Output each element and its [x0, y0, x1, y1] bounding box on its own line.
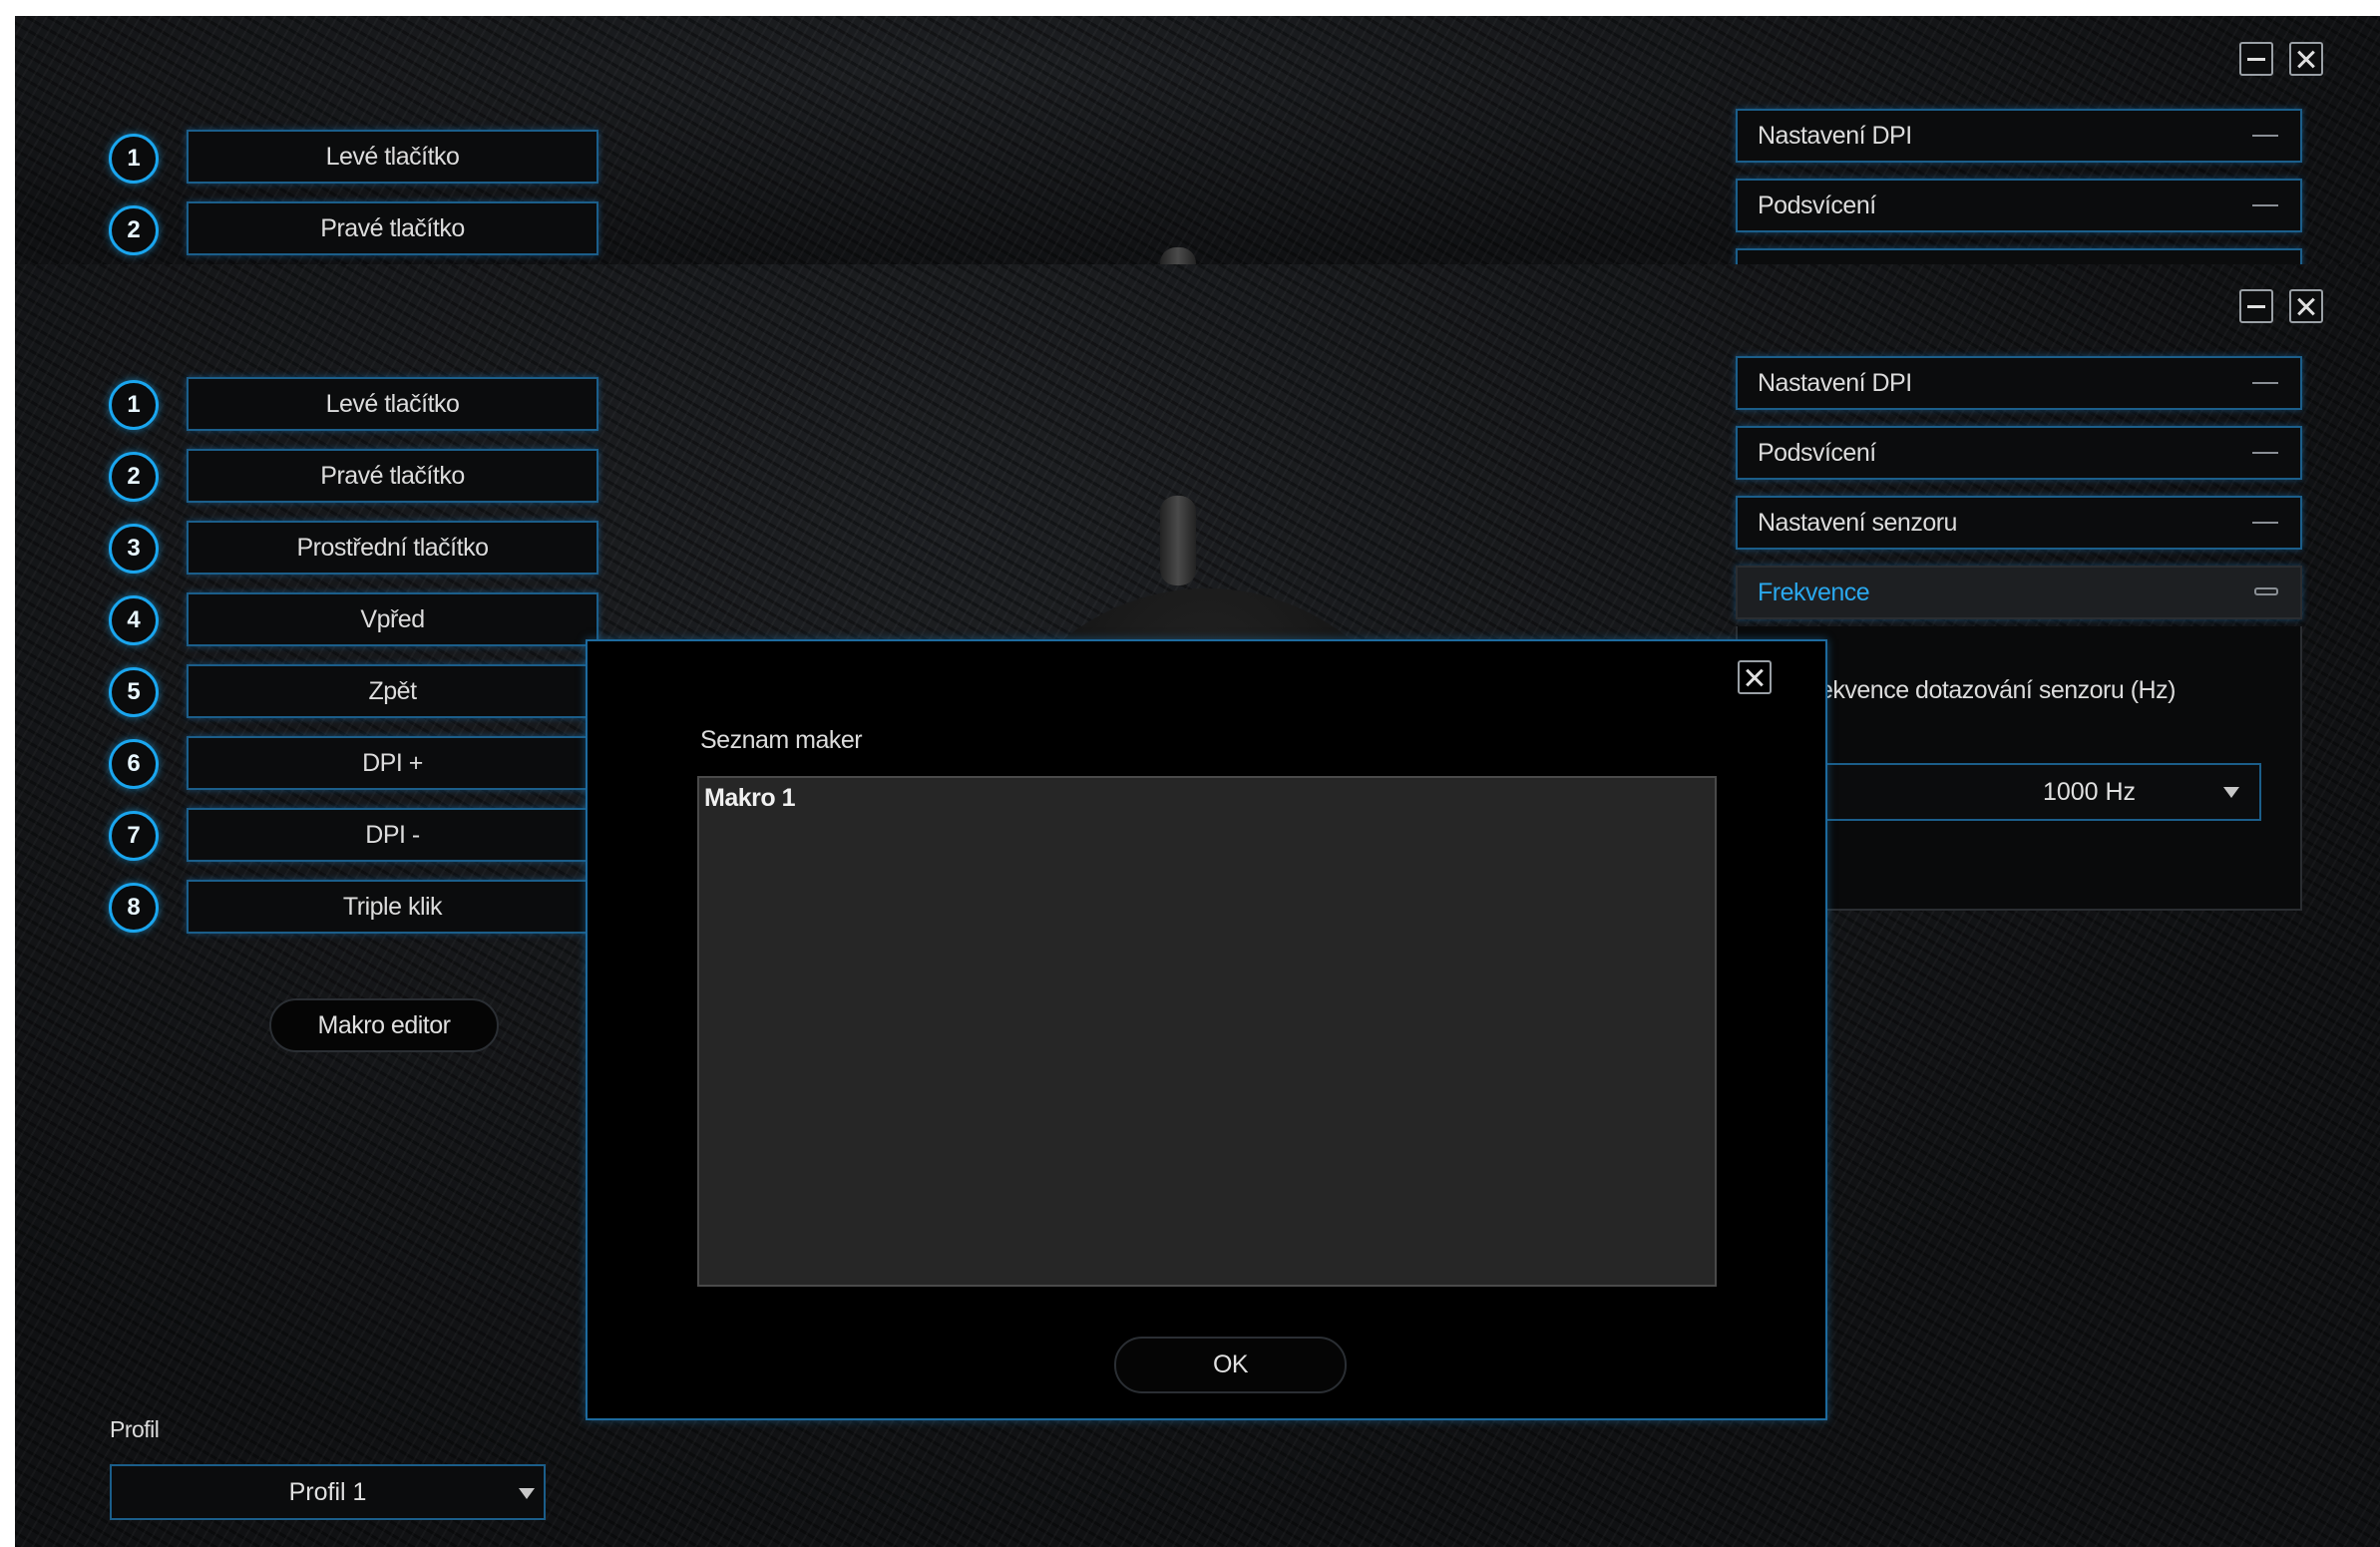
profile-select[interactable]: Profil 1 [110, 1464, 546, 1520]
button-assign-triple-click[interactable]: Triple klik [187, 880, 598, 934]
polling-rate-select[interactable]: 1000 Hz [1758, 763, 2261, 821]
button-number-badge: 8 [109, 883, 159, 933]
accordion-sensor-settings[interactable] [1736, 248, 2302, 265]
mouse-wheel-image [1160, 247, 1196, 265]
button-assign-right[interactable]: Pravé tlačítko [187, 449, 598, 503]
dialog-title: Seznam maker [700, 726, 863, 754]
polling-rate-label: ekvence dotazování senzoru (Hz) [1819, 676, 2176, 704]
accordion-frequency[interactable]: Frekvence [1736, 566, 2302, 619]
chevron-down-icon [519, 1488, 535, 1499]
chevron-down-icon [2223, 787, 2239, 798]
close-icon[interactable] [2289, 42, 2323, 76]
accordion-label: Podsvícení [1758, 439, 1876, 467]
mouse-wheel-image [1160, 496, 1196, 585]
button-assign-middle[interactable]: Prostřední tlačítko [187, 521, 598, 575]
button-number-badge: 3 [109, 524, 159, 574]
collapse-icon [2252, 204, 2278, 206]
button-number-badge: 2 [109, 452, 159, 502]
macro-listbox[interactable]: Makro 1 [697, 776, 1717, 1287]
button-assign-left[interactable]: Levé tlačítko [187, 130, 598, 184]
close-icon[interactable] [2289, 289, 2323, 323]
accordion-label: Nastavení DPI [1758, 369, 1912, 397]
minimize-icon[interactable] [2239, 42, 2273, 76]
collapse-icon [2252, 452, 2278, 454]
ok-button[interactable]: OK [1114, 1337, 1347, 1393]
button-number-badge: 1 [109, 134, 159, 184]
button-number-badge: 5 [109, 667, 159, 717]
button-assign-forward[interactable]: Vpřed [187, 592, 598, 646]
profile-label: Profil [110, 1416, 160, 1442]
accordion-label: Frekvence [1758, 579, 1870, 606]
minimize-icon[interactable] [2239, 289, 2273, 323]
polling-rate-value: 1000 Hz [2042, 778, 2137, 806]
makro-editor-button[interactable]: Makro editor [269, 998, 499, 1052]
button-number-badge: 4 [109, 595, 159, 645]
collapse-icon [2252, 522, 2278, 524]
accordion-label: Podsvícení [1758, 192, 1876, 219]
button-assign-right[interactable]: Pravé tlačítko [187, 201, 598, 255]
button-number-badge: 2 [109, 205, 159, 255]
app-window-background: 1 Levé tlačítko 2 Pravé tlačítko Nastave… [15, 16, 2380, 265]
button-assign-left[interactable]: Levé tlačítko [187, 377, 598, 431]
accordion-label: Nastavení senzoru [1758, 509, 1957, 537]
button-assign-dpi-minus[interactable]: DPI - [187, 808, 598, 862]
macro-list-dialog: Seznam maker Makro 1 OK [586, 639, 1827, 1420]
accordion-dpi-settings[interactable]: Nastavení DPI [1736, 356, 2302, 410]
accordion-backlight[interactable]: Podsvícení [1736, 179, 2302, 232]
button-assign-dpi-plus[interactable]: DPI + [187, 736, 598, 790]
close-icon[interactable] [1738, 660, 1772, 694]
accordion-label: Nastavení DPI [1758, 122, 1912, 150]
expanded-icon [2254, 587, 2278, 595]
accordion-backlight[interactable]: Podsvícení [1736, 426, 2302, 480]
list-item[interactable]: Makro 1 [704, 784, 795, 813]
collapse-icon [2252, 382, 2278, 384]
button-number-badge: 6 [109, 739, 159, 789]
profile-select-value: Profil 1 [288, 1478, 367, 1506]
button-number-badge: 7 [109, 811, 159, 861]
accordion-dpi-settings[interactable]: Nastavení DPI [1736, 109, 2302, 163]
accordion-sensor-settings[interactable]: Nastavení senzoru [1736, 496, 2302, 550]
button-number-badge: 1 [109, 380, 159, 430]
collapse-icon [2252, 135, 2278, 137]
button-assign-back[interactable]: Zpět [187, 664, 598, 718]
